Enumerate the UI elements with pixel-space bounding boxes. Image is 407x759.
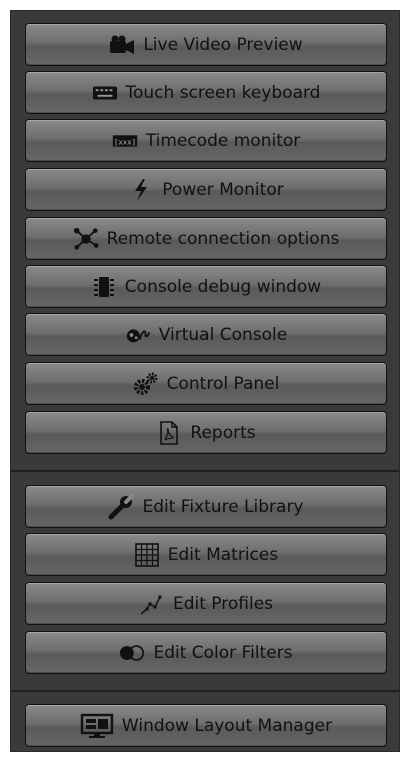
wrench-icon (108, 493, 135, 519)
edit-fixture-library-label: Edit Fixture Library (142, 496, 304, 517)
group-separator (11, 470, 399, 472)
virtual-console-label: Virtual Console (158, 324, 288, 345)
window-layout-manager-button[interactable]: Window Layout Manager (25, 704, 387, 747)
control-panel-label: Control Panel (166, 373, 280, 394)
layout-monitor-icon (80, 713, 114, 738)
edit-color-filters-button[interactable]: Edit Color Filters (25, 631, 387, 674)
timecode-monitor-button[interactable]: [xxx] Timecode monitor (25, 119, 387, 162)
edit-color-filters-label: Edit Color Filters (153, 642, 293, 663)
edit-profiles-label: Edit Profiles (172, 593, 274, 614)
console-debug-window-button[interactable]: Console debug window (25, 265, 387, 308)
touch-screen-keyboard-button[interactable]: Touch screen keyboard (25, 71, 387, 114)
remote-connection-options-button[interactable]: Remote connection options (25, 217, 387, 260)
virtual-console-button[interactable]: Virtual Console (25, 313, 387, 356)
tools-menu-panel: Live Video Preview Touch screen keyboard… (10, 10, 400, 752)
pdf-document-icon (156, 420, 182, 445)
timecode-monitor-label: Timecode monitor (145, 130, 301, 151)
power-monitor-label: Power Monitor (162, 179, 284, 200)
video-camera-icon (109, 33, 135, 57)
touch-screen-keyboard-label: Touch screen keyboard (125, 82, 321, 103)
live-video-preview-button[interactable]: Live Video Preview (25, 23, 387, 66)
edit-fixture-library-button[interactable]: Edit Fixture Library (25, 485, 387, 528)
color-filter-icon (119, 641, 145, 665)
window-layout-manager-label: Window Layout Manager (121, 715, 333, 736)
remote-connection-options-label: Remote connection options (106, 228, 340, 249)
live-video-preview-label: Live Video Preview (143, 34, 303, 55)
profile-curve-icon (139, 592, 165, 616)
edit-matrices-label: Edit Matrices (167, 544, 279, 565)
lightning-icon (128, 178, 154, 202)
console-debug-window-label: Console debug window (124, 276, 322, 297)
keyboard-icon (92, 81, 118, 105)
reports-button[interactable]: Reports (25, 411, 387, 454)
edit-matrices-button[interactable]: Edit Matrices (25, 533, 387, 576)
group-separator (11, 690, 399, 692)
control-panel-button[interactable]: Control Panel (25, 362, 387, 405)
gears-icon (133, 372, 159, 396)
chip-icon (91, 275, 117, 299)
virtual-console-icon (125, 323, 151, 347)
timecode-icon: [xxx] (112, 129, 138, 153)
edit-profiles-button[interactable]: Edit Profiles (25, 582, 387, 625)
network-nodes-icon (73, 227, 99, 251)
grid-icon (134, 542, 160, 567)
reports-label: Reports (190, 422, 256, 443)
svg-text:[xxx]: [xxx] (114, 137, 136, 146)
power-monitor-button[interactable]: Power Monitor (25, 168, 387, 211)
